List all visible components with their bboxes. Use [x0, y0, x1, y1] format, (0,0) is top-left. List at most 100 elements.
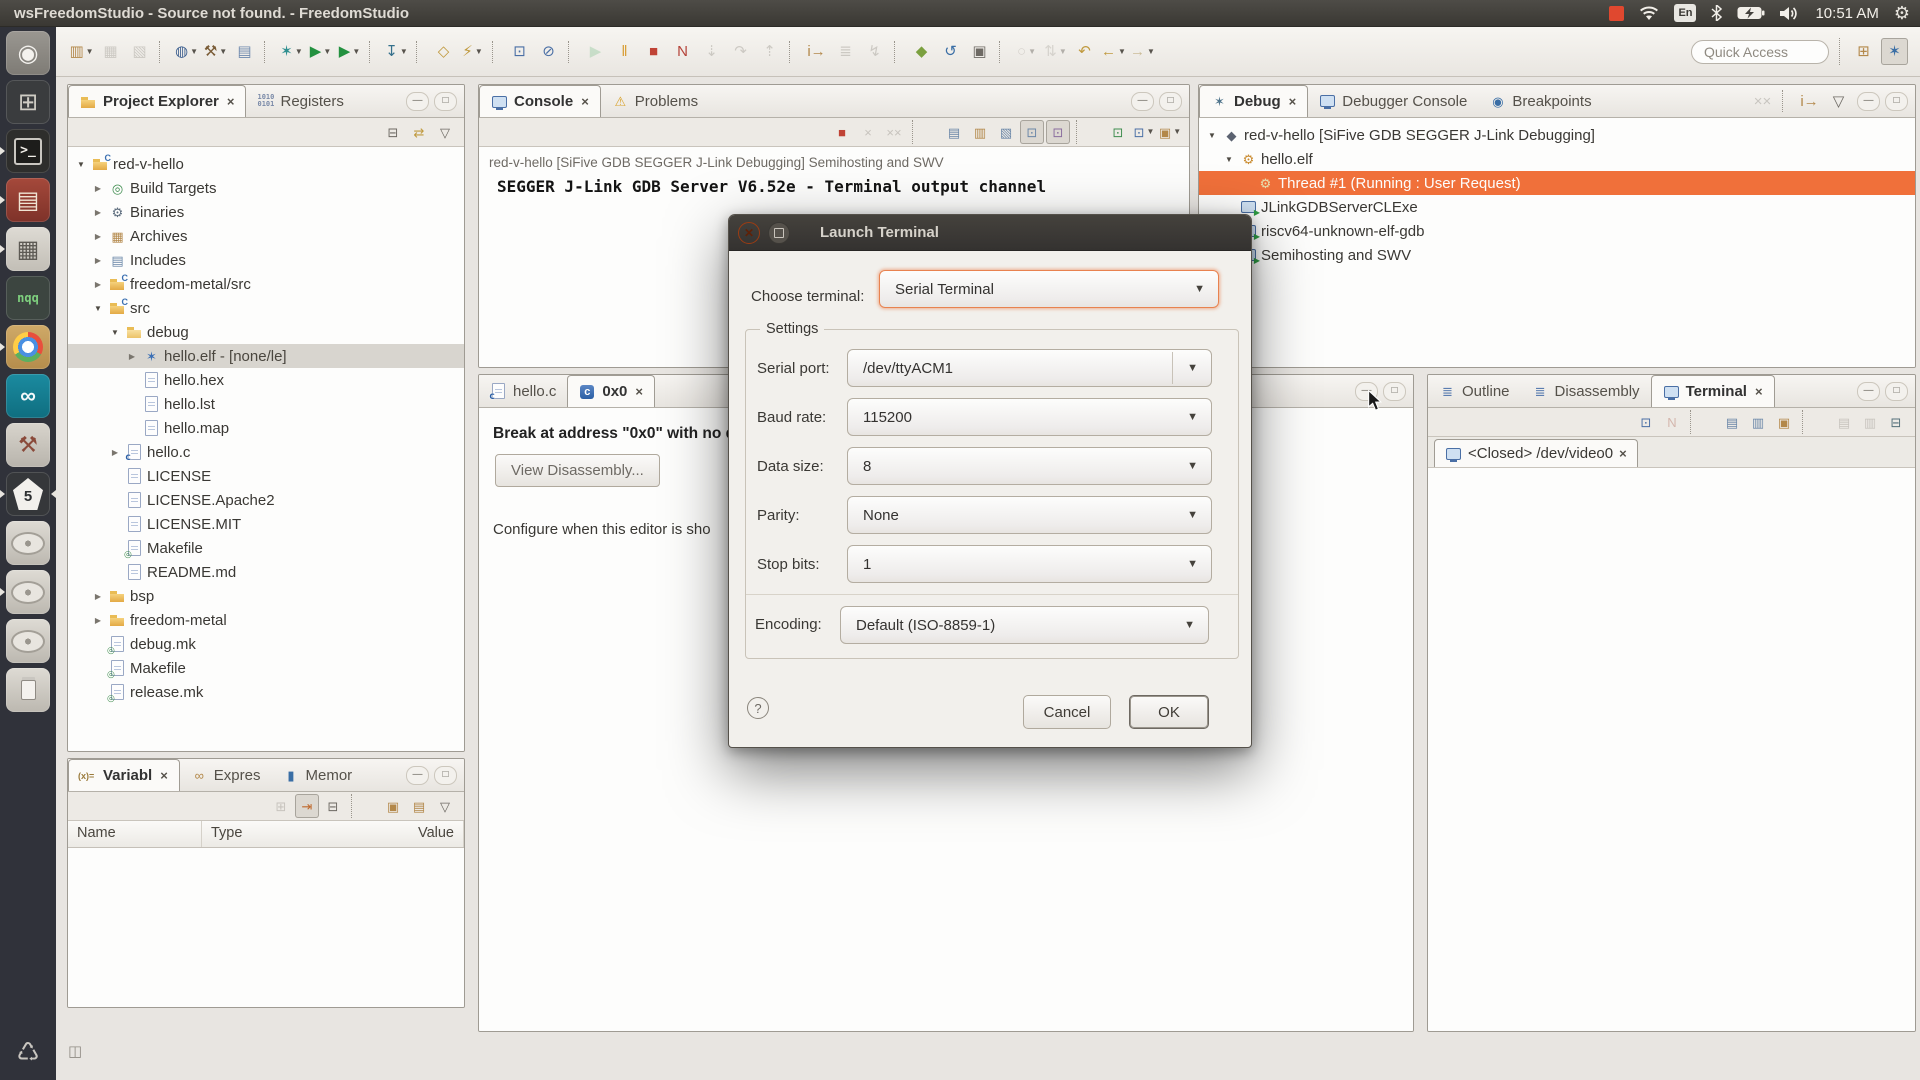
expander-icon[interactable] [91, 208, 105, 217]
view-menu[interactable]: ▽ [433, 120, 457, 144]
step-into[interactable]: ⇣ ▼ [698, 38, 725, 65]
terminate[interactable]: ■ ▼ [640, 38, 667, 65]
terminal-settings[interactable]: ▣ [1772, 410, 1796, 434]
calculator[interactable] [6, 227, 50, 271]
help-button[interactable]: ? [747, 697, 769, 719]
close-icon[interactable]: × [1755, 384, 1763, 399]
expander-icon[interactable] [108, 448, 122, 457]
tree-item[interactable]: README.md [68, 560, 464, 584]
tree-item[interactable]: ✶ hello.elf - [none/le] [68, 344, 464, 368]
tree-item[interactable]: src [68, 296, 464, 320]
column-header[interactable]: Name [68, 821, 202, 847]
ok-button[interactable]: OK [1129, 695, 1209, 729]
disk-3[interactable] [6, 619, 50, 663]
expander-icon[interactable] [91, 184, 105, 193]
disconnect[interactable]: N ▼ [669, 38, 696, 65]
view-menu[interactable]: ▽ [433, 794, 457, 818]
tab[interactable]: ∞ Expres × [180, 759, 272, 791]
minimize-button[interactable]: — [1857, 381, 1880, 401]
tree-item[interactable]: freedom-metal/src [68, 272, 464, 296]
column-header[interactable]: Value [409, 821, 464, 847]
dialog-titlebar[interactable]: ✕ Launch Terminal [729, 215, 1251, 251]
minimize-button[interactable]: — [1131, 91, 1154, 111]
expander-icon[interactable] [74, 160, 88, 169]
copy[interactable]: ▤ [1832, 410, 1856, 434]
tree-item[interactable]: debug [68, 320, 464, 344]
keyboard-layout-indicator[interactable]: En [1674, 4, 1697, 22]
tree-item[interactable]: LICENSE [68, 464, 464, 488]
tab[interactable]: ≣ Disassembly × [1521, 375, 1651, 407]
show-type-names[interactable]: ⊞ [269, 794, 293, 818]
collapse-all[interactable]: ⊟ [321, 794, 345, 818]
expander-icon[interactable] [125, 352, 139, 361]
close-icon[interactable]: × [160, 768, 168, 783]
tab[interactable]: Variabl × [68, 759, 180, 791]
filters[interactable]: ⇅ ▼ [1042, 38, 1069, 65]
back[interactable]: ← ▼ [1100, 38, 1127, 65]
new-wizard[interactable]: ▥ ▼ [68, 38, 95, 65]
tree-item[interactable]: riscv64-unknown-elf-gdb [1199, 219, 1915, 243]
editor-tab[interactable]: 0x0 × [567, 375, 655, 407]
new-watch[interactable]: ▣ [381, 794, 405, 818]
ubuntu-dash[interactable] [6, 31, 50, 75]
expander-icon[interactable] [91, 280, 105, 289]
close-icon[interactable]: × [227, 94, 235, 109]
debug-launch[interactable]: ✶ ▼ [278, 38, 305, 65]
step-return[interactable]: ⇡ ▼ [756, 38, 783, 65]
maximize-button[interactable]: □ [434, 765, 457, 785]
tab[interactable]: Project Explorer × [68, 85, 247, 117]
trash[interactable] [6, 1030, 50, 1074]
pin-console[interactable]: ⊡ ▼ [1106, 120, 1130, 144]
open-console-view[interactable]: ⊡ ▼ [506, 38, 533, 65]
tab[interactable]: Console × [479, 85, 601, 117]
connect-terminal[interactable]: ⊡ [1634, 410, 1658, 434]
edit-watch[interactable]: ▤ [407, 794, 431, 818]
minimize-button[interactable]: — [406, 765, 429, 785]
scroll-lock-terminal[interactable]: ▥ [1746, 410, 1770, 434]
show-stderr-when-changed[interactable]: ⊡ ▼ [1046, 120, 1070, 144]
view-menu[interactable]: ▽ [1825, 88, 1852, 115]
quick-access-input[interactable] [1691, 39, 1829, 64]
disconnect-terminal[interactable]: N [1660, 410, 1684, 434]
remove-all-terminated[interactable]: ×× [1749, 88, 1776, 115]
collapse-all[interactable]: ⊟ [381, 120, 405, 144]
expander-icon[interactable] [108, 328, 122, 337]
wifi-icon[interactable] [1639, 6, 1659, 21]
paste[interactable]: ▥ [1858, 410, 1882, 434]
instruction-stepping[interactable]: i→ [1796, 88, 1823, 115]
minimize-button[interactable]: — [406, 91, 429, 111]
tree-item[interactable]: ◆ red-v-hello [SiFive GDB SEGGER J-Link … [1199, 123, 1915, 147]
display-selected-console[interactable]: ⊡ ▼ [1132, 120, 1156, 144]
target-config[interactable]: ◍ ▼ [173, 38, 200, 65]
tree-item[interactable]: ◎ Build Targets [68, 176, 464, 200]
editor-tab[interactable]: hello.c × [479, 375, 567, 407]
disk-1[interactable] [6, 521, 50, 565]
binary-utilities[interactable]: ▤ ▼ [231, 38, 258, 65]
dialog-close-button[interactable]: ✕ [738, 221, 760, 244]
tree-item[interactable]: LICENSE.MIT [68, 512, 464, 536]
bluetooth-icon[interactable] [1711, 5, 1723, 21]
show-logical-structure[interactable]: ⇥ [295, 794, 319, 818]
last-edit-location[interactable]: ↶ ▼ [1071, 38, 1098, 65]
notepadqq[interactable] [6, 276, 50, 320]
data-size-combo[interactable]: 8 ▼ [847, 447, 1212, 485]
stop-bits-combo[interactable]: 1 ▼ [847, 545, 1212, 583]
usb-drive[interactable] [6, 668, 50, 712]
tree-item[interactable]: Makefile [68, 656, 464, 680]
maximize-button[interactable]: □ [1383, 381, 1406, 401]
profiling[interactable]: ◆ ▼ [908, 38, 935, 65]
show-stdout-when-changed[interactable]: ⊡ ▼ [1020, 120, 1044, 144]
tree-item[interactable]: ⚙ hello.elf [1199, 147, 1915, 171]
tree-item[interactable]: hello.c [68, 440, 464, 464]
expander-icon[interactable] [91, 304, 105, 313]
expander-icon[interactable] [91, 232, 105, 241]
maximize-button[interactable]: □ [1159, 91, 1182, 111]
open-console[interactable]: ▣ ▼ [1158, 120, 1182, 144]
terminal-connection-tab[interactable]: <Closed> /dev/video0 × [1434, 439, 1638, 467]
session-menu-gear-icon[interactable]: ⚙ [1894, 4, 1910, 22]
flash-program[interactable]: ↧ ▼ [383, 38, 410, 65]
tree-item[interactable]: freedom-metal [68, 608, 464, 632]
baud-rate-combo[interactable]: 115200 ▼ [847, 398, 1212, 436]
resume[interactable]: ▶ ▼ [582, 38, 609, 65]
cancel-button[interactable]: Cancel [1023, 695, 1111, 729]
